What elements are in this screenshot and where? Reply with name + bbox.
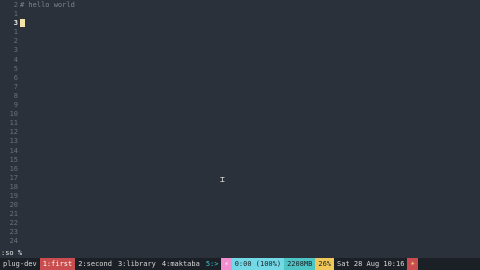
line-number: 2 xyxy=(13,37,18,46)
datetime-status: Sat 28 Aug 10:16 xyxy=(334,258,408,270)
buffer-line[interactable] xyxy=(20,65,480,74)
buffer-line[interactable] xyxy=(20,101,480,110)
line-number-gutter: 2 1 3 1 2 3 4 5 6 7 8 9 10 11 12 13 14 15 16 17 18 19 20 21 22 23… xyxy=(0,1,18,247)
buffer-line[interactable] xyxy=(20,183,480,192)
tmux-window-3[interactable]: 3:library xyxy=(115,258,159,270)
buffer-line[interactable] xyxy=(20,28,480,37)
line-number: 10 xyxy=(9,110,18,119)
buffer-line[interactable] xyxy=(20,219,480,228)
buffer-text[interactable]: # hello world xyxy=(20,1,480,247)
line-number: 4 xyxy=(13,55,18,64)
buffer-line[interactable] xyxy=(20,128,480,137)
buffer-line[interactable] xyxy=(20,210,480,219)
buffer-line[interactable] xyxy=(20,192,480,201)
text-cursor xyxy=(20,19,25,28)
buffer-line[interactable] xyxy=(20,147,480,156)
tmux-status-bar: plug-dev 1:first 2:second 3:library 4:ma… xyxy=(0,258,480,270)
buffer-line[interactable] xyxy=(20,74,480,83)
buffer-line[interactable] xyxy=(20,137,480,146)
line-number: 8 xyxy=(13,91,18,100)
buffer-line[interactable] xyxy=(20,19,480,28)
line-number: 6 xyxy=(13,73,18,82)
buffer-line[interactable] xyxy=(20,228,480,237)
buffer-line[interactable] xyxy=(20,83,480,92)
line-number: 14 xyxy=(9,146,18,155)
line-number: 24 xyxy=(9,237,18,246)
buffer-line[interactable] xyxy=(20,10,480,19)
line-number: 3 xyxy=(13,46,18,55)
line-number: 16 xyxy=(9,164,18,173)
buffer-line[interactable] xyxy=(20,165,480,174)
line-number: 5 xyxy=(13,64,18,73)
line-number: 1 xyxy=(13,28,18,37)
line-number: 1 xyxy=(13,10,18,19)
buffer-line[interactable] xyxy=(20,119,480,128)
buffer-line[interactable] xyxy=(20,110,480,119)
tmux-session-name[interactable]: plug-dev xyxy=(0,258,40,270)
buffer-line-text: # hello world xyxy=(20,1,75,9)
tmux-window-4[interactable]: 4:maktaba xyxy=(159,258,203,270)
tmux-window-1[interactable]: 1:first xyxy=(39,258,76,270)
sun-icon: ☀ xyxy=(407,258,418,270)
buffer-line[interactable] xyxy=(20,92,480,101)
line-number: 20 xyxy=(9,201,18,210)
tmux-window-5[interactable]: 5:> xyxy=(203,258,222,270)
buffer-line[interactable] xyxy=(20,156,480,165)
line-number: 3 xyxy=(13,19,18,28)
mouse-ibeam-cursor-icon: ⌶ xyxy=(220,175,225,184)
cpu-percent-status: 26% xyxy=(315,258,335,270)
line-number: 22 xyxy=(9,219,18,228)
line-number: 13 xyxy=(9,137,18,146)
buffer-line[interactable] xyxy=(20,46,480,55)
line-number: 11 xyxy=(9,119,18,128)
uptime-status: 0:00 (100%) xyxy=(231,258,285,270)
buffer-line[interactable] xyxy=(20,237,480,246)
memory-status: 2208MB xyxy=(284,258,316,270)
line-number: 18 xyxy=(9,182,18,191)
line-number: 2 xyxy=(13,1,18,9)
buffer-line[interactable] xyxy=(20,174,480,183)
command-line[interactable]: :so % xyxy=(0,249,480,258)
line-number: 21 xyxy=(9,210,18,219)
vim-editor[interactable]: 2 1 3 1 2 3 4 5 6 7 8 9 10 11 12 13 14 15 16 17 18 19 20 21 22 23… xyxy=(0,0,480,251)
battery-icon: ⚡ xyxy=(221,258,232,270)
line-number: 23 xyxy=(9,228,18,237)
line-number: 19 xyxy=(9,191,18,200)
line-number: 9 xyxy=(13,101,18,110)
buffer-line[interactable] xyxy=(20,37,480,46)
line-number: 17 xyxy=(9,173,18,182)
line-number: 7 xyxy=(13,82,18,91)
buffer-line[interactable] xyxy=(20,56,480,65)
tmux-window-2[interactable]: 2:second xyxy=(75,258,115,270)
buffer-line[interactable] xyxy=(20,201,480,210)
buffer-line[interactable]: # hello world xyxy=(20,1,480,10)
line-number: 12 xyxy=(9,128,18,137)
line-number: 15 xyxy=(9,155,18,164)
